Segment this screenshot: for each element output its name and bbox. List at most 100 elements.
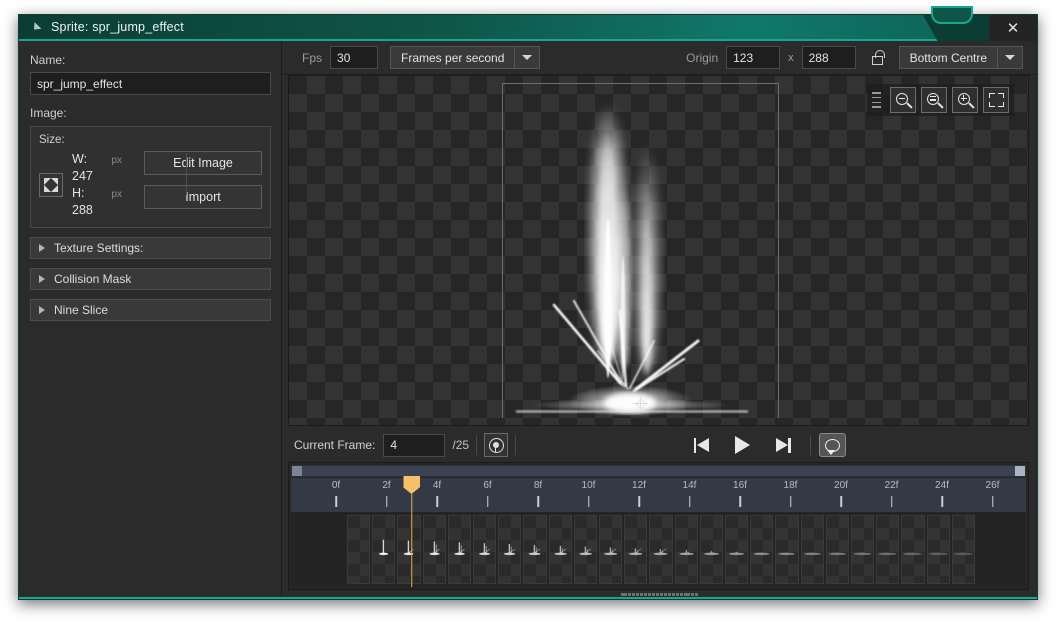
playhead-line [411,494,413,587]
frame-thumbnail[interactable] [549,515,572,584]
origin-preset-dropdown[interactable]: Bottom Centre [899,46,1023,69]
unlocked-padlock-icon[interactable] [872,50,885,65]
chevron-down-icon[interactable] [998,46,1023,69]
import-button[interactable]: Import [144,185,262,209]
playback-transport [682,432,846,458]
fit-to-window-button[interactable] [983,87,1009,113]
speed-type-dropdown[interactable]: Frames per second [390,46,540,69]
frames-strip[interactable] [291,512,1026,587]
frame-thumbnail[interactable] [574,515,597,584]
frame-thumbnail[interactable] [700,515,723,584]
timeline-panel: 0f2f4f6f8f10f12f14f16f18f20f22f24f26f [288,462,1029,590]
frame-thumbnail-art [676,516,697,583]
size-group: Size: W: 247 px H: 288 [30,126,271,228]
frame-thumbnail[interactable] [826,515,849,584]
close-icon[interactable]: ✕ [989,15,1037,41]
frame-thumbnail[interactable] [372,515,395,584]
frame-thumbnail-art [827,516,848,583]
timeline-tick-label: 24f [935,480,949,491]
timeline-tick-mark [840,496,842,507]
frame-thumbnail[interactable] [473,515,496,584]
edit-image-button[interactable]: Edit Image [144,151,262,175]
frame-thumbnail-art [373,516,394,583]
frame-thumbnail[interactable] [448,515,471,584]
frame-thumbnail-art [499,516,520,583]
frame-thumbnail[interactable] [624,515,647,584]
timeline-tick-label: 26f [986,480,1000,491]
play-button[interactable] [722,432,762,458]
texture-settings-section[interactable]: Texture Settings: [30,237,271,259]
triangle-collapse-icon[interactable] [31,22,42,33]
zoom-reset-button[interactable] [921,87,947,113]
window-title-bar: Sprite: spr_jump_effect ✕ [19,15,1037,41]
timeline-tick-mark [739,496,741,507]
origin-y-input[interactable]: 288 [802,46,856,69]
frame-thumbnail[interactable] [775,515,798,584]
frame-thumbnail[interactable] [927,515,950,584]
frame-thumbnail[interactable] [498,515,521,584]
timeline-tick-mark [537,496,539,507]
timeline-tick-mark [386,496,388,507]
fit-frame-icon [989,93,1004,107]
frame-thumbnail-art [928,516,949,583]
frame-thumbnail[interactable] [851,515,874,584]
height-unit: px [111,189,122,200]
collision-mask-section[interactable]: Collision Mask [30,268,271,290]
frame-thumbnail[interactable] [750,515,773,584]
sprite-width-value: W: 247 [72,151,105,185]
frame-thumbnail[interactable] [876,515,899,584]
origin-label: Origin [686,51,718,65]
origin-x-input[interactable]: 123 [726,46,780,69]
frame-thumbnail[interactable] [801,515,824,584]
timeline-tick-label: 18f [784,480,798,491]
frame-thumbnail[interactable] [347,515,370,584]
timeline-tick-label: 20f [834,480,848,491]
timeline-tick-label: 8f [534,480,542,491]
magnifier-minus-icon [896,93,911,108]
frame-thumbnail[interactable] [649,515,672,584]
frame-thumbnail[interactable] [523,515,546,584]
timeline-ruler[interactable]: 0f2f4f6f8f10f12f14f16f18f20f22f24f26f [291,478,1026,512]
image-label: Image: [30,106,271,120]
magnifier-equals-icon [927,93,942,108]
bottom-accent-bar [19,597,1037,599]
drag-handle-icon[interactable] [872,92,881,108]
timeline-tick-mark [689,496,691,507]
zoom-out-button[interactable] [890,87,916,113]
scrollbar-left-handle[interactable] [292,466,302,476]
frame-thumbnail[interactable] [901,515,924,584]
sprite-canvas[interactable] [288,75,1029,426]
frame-thumbnail-art [575,516,596,583]
sprite-name-input[interactable]: spr_jump_effect [30,72,271,95]
frame-thumbnail[interactable] [423,515,446,584]
sprite-editor-window: Sprite: spr_jump_effect ✕ Name: spr_jump… [18,14,1038,600]
zoom-in-button[interactable] [952,87,978,113]
timeline-tick-mark [891,496,893,507]
frame-thumbnail[interactable] [397,515,420,584]
sprite-height-value: H: 288 [72,185,105,219]
titlebar-notch-inner [931,6,973,24]
frame-thumbnail[interactable] [725,515,748,584]
frame-thumbnail[interactable] [675,515,698,584]
timeline-scrollbar[interactable] [291,465,1026,477]
sprite-toolbar: Fps 30 Frames per second Origin 123 x 28… [282,41,1037,75]
frame-thumbnail[interactable] [952,515,975,584]
skip-to-start-button[interactable] [682,432,722,458]
skip-forward-icon [774,437,791,454]
frame-thumbnail-art [524,516,545,583]
timeline-tick-mark [588,496,590,507]
frame-thumbnail-art [852,516,873,583]
origin-preset-value: Bottom Centre [899,46,998,69]
skip-to-end-button[interactable] [762,432,802,458]
nine-slice-section[interactable]: Nine Slice [30,299,271,321]
texture-settings-label: Texture Settings: [54,241,143,255]
chevron-right-icon [39,275,45,283]
resize-arrows-icon[interactable] [39,173,63,197]
fps-input[interactable]: 30 [330,46,378,69]
frame-thumbnail[interactable] [599,515,622,584]
loop-toggle-button[interactable] [819,433,846,457]
chevron-down-icon[interactable] [515,46,540,69]
scrollbar-right-handle[interactable] [1015,466,1025,476]
onion-skin-icon[interactable] [484,433,508,457]
current-frame-input[interactable]: 4 [383,434,445,457]
